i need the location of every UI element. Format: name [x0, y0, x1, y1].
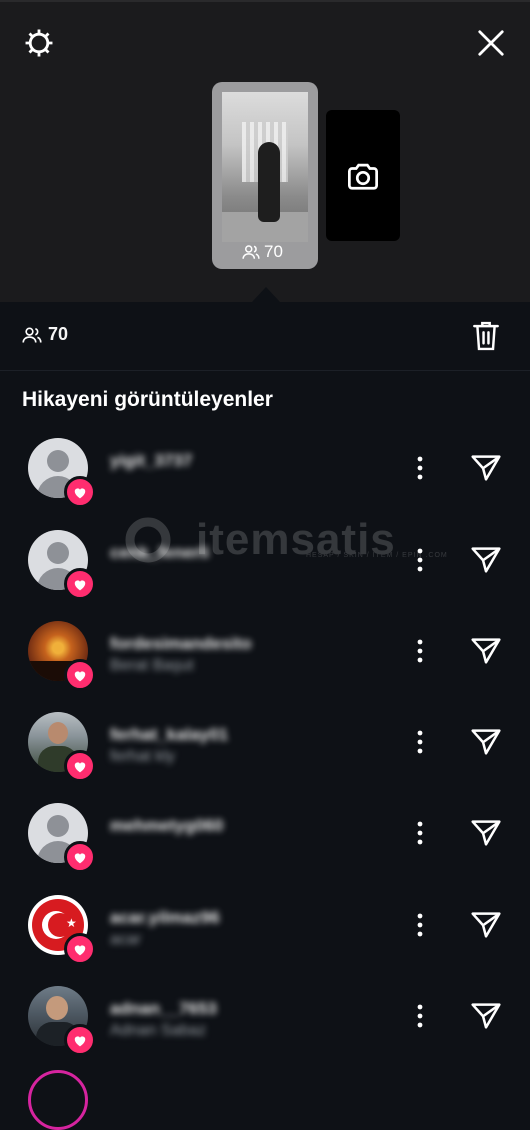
more-vertical-icon [417, 730, 423, 754]
send-icon [471, 729, 501, 755]
more-vertical-icon [417, 821, 423, 845]
viewer-username[interactable]: yigit_3737 [110, 451, 192, 471]
like-badge [64, 568, 96, 600]
viewer-username[interactable]: acar.yilmaz96 [110, 908, 220, 928]
like-badge [64, 659, 96, 691]
viewer-row[interactable]: mehmetyg060 [0, 803, 530, 895]
send-icon [471, 1003, 501, 1029]
avatar-partial[interactable] [28, 1070, 88, 1130]
send-icon [471, 547, 501, 573]
more-vertical-icon [417, 1004, 423, 1028]
story-image [222, 92, 308, 242]
close-button[interactable] [470, 22, 512, 64]
send-button[interactable] [466, 633, 506, 669]
heart-icon [74, 761, 86, 772]
viewer-row[interactable]: ★ acar.yilmaz96 acar [0, 895, 530, 987]
like-badge [64, 933, 96, 965]
like-badge [64, 750, 96, 782]
camera-icon [348, 163, 378, 190]
more-vertical-icon [417, 913, 423, 937]
viewer-row[interactable]: cenk_fenerli [0, 530, 530, 622]
more-options-button[interactable] [404, 998, 436, 1034]
heart-icon [74, 579, 86, 590]
viewer-row[interactable]: ferhat_kalay01 ferhat kly [0, 712, 530, 804]
more-options-button[interactable] [404, 724, 436, 760]
story-viewer-count-text: 70 [264, 242, 283, 261]
viewer-row[interactable]: fordesimandesito Berat Başut [0, 621, 530, 713]
send-button[interactable] [466, 907, 506, 943]
viewer-row[interactable]: adnan__7653 Adnan Sabaz [0, 986, 530, 1078]
avatar-head [47, 450, 69, 472]
send-button[interactable] [466, 815, 506, 851]
viewer-fullname: Berat Başut [110, 657, 194, 674]
viewer-username[interactable]: ferhat_kalay01 [110, 725, 228, 745]
settings-button[interactable] [18, 22, 60, 64]
viewers-section-title: Hikayeni görüntüleyenler [22, 388, 273, 411]
viewers-count-text: 70 [48, 324, 69, 344]
send-button[interactable] [466, 450, 506, 486]
avatar-head [47, 815, 69, 837]
add-story-button[interactable] [326, 110, 400, 241]
flag-star-icon: ★ [66, 916, 77, 930]
heart-icon [74, 944, 86, 955]
heart-icon [74, 1035, 86, 1046]
viewer-username[interactable]: cenk_fenerli [110, 543, 209, 563]
avatar-head [47, 542, 69, 564]
story-image-person [258, 142, 280, 222]
more-options-button[interactable] [404, 907, 436, 943]
like-badge [64, 1024, 96, 1056]
delete-story-button[interactable] [466, 316, 506, 356]
heart-icon [74, 487, 86, 498]
viewer-username[interactable]: fordesimandesito [110, 634, 252, 654]
more-options-button[interactable] [404, 450, 436, 486]
like-badge [64, 476, 96, 508]
top-divider [0, 0, 530, 2]
viewer-username[interactable]: adnan__7653 [110, 999, 217, 1019]
send-button[interactable] [466, 724, 506, 760]
gear-icon [25, 29, 53, 57]
send-icon [471, 912, 501, 938]
viewer-row[interactable]: yigit_3737 [0, 438, 530, 530]
more-vertical-icon [417, 548, 423, 572]
viewer-fullname: ferhat kly [110, 748, 175, 765]
story-viewer-count: 70 [242, 242, 283, 262]
send-button[interactable] [466, 998, 506, 1034]
send-icon [471, 638, 501, 664]
more-options-button[interactable] [404, 815, 436, 851]
heart-icon [74, 852, 86, 863]
viewers-count[interactable]: 70 [22, 324, 68, 345]
more-vertical-icon [417, 456, 423, 480]
heart-icon [74, 670, 86, 681]
send-icon [471, 820, 501, 846]
trash-icon [473, 321, 499, 351]
send-button[interactable] [466, 542, 506, 578]
viewer-fullname: acar [110, 931, 142, 948]
more-options-button[interactable] [404, 633, 436, 669]
close-icon [478, 30, 504, 56]
viewer-username[interactable]: mehmetyg060 [110, 816, 223, 836]
stats-bar [0, 302, 530, 371]
like-badge [64, 841, 96, 873]
more-vertical-icon [417, 639, 423, 663]
story-selection-pointer [252, 287, 280, 302]
more-options-button[interactable] [404, 542, 436, 578]
send-icon [471, 455, 501, 481]
viewers-icon [242, 245, 260, 259]
viewers-icon [22, 327, 42, 343]
viewer-fullname: Adnan Sabaz [110, 1022, 207, 1039]
story-thumbnail[interactable]: 70 [212, 82, 318, 269]
